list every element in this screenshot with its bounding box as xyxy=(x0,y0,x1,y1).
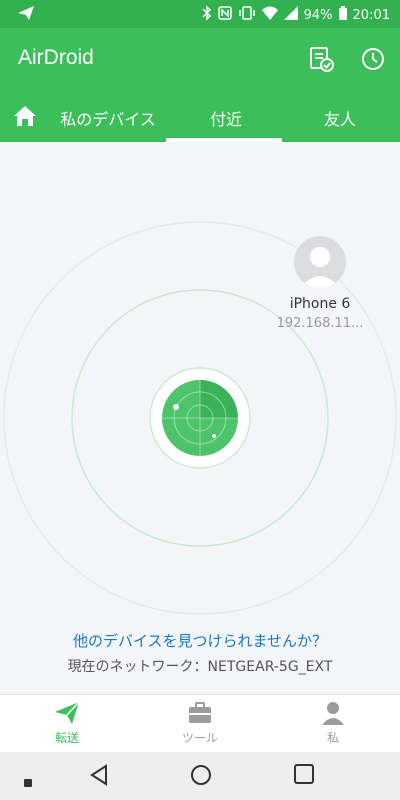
back-icon[interactable] xyxy=(88,764,110,790)
network-label: 現在のネットワーク：NETGEAR-5G_EXT xyxy=(67,659,333,675)
help-link[interactable]: 他のデバイスを見つけられませんか？ xyxy=(0,630,400,651)
battery-icon xyxy=(338,6,347,24)
tab-bar: 私のデバイス 付近 友人 xyxy=(0,92,400,142)
device-ip: 192.168.11... xyxy=(276,316,364,331)
avatar xyxy=(294,236,346,288)
home-circle-icon[interactable] xyxy=(190,764,212,790)
tab-friends[interactable]: 友人 xyxy=(310,106,370,130)
nav-transfer[interactable]: 転送 xyxy=(17,701,117,746)
clock-time: 20:01 xyxy=(352,7,390,23)
radar-blip xyxy=(173,404,179,410)
nav-tools-label: ツール xyxy=(181,731,218,745)
radar-graphic xyxy=(3,221,397,615)
tab-nearby[interactable]: 付近 xyxy=(176,106,276,130)
nav-tools[interactable]: ツール xyxy=(150,701,250,746)
nearby-device-card[interactable]: iPhone 6 192.168.11... xyxy=(270,236,370,331)
overview-icon[interactable] xyxy=(294,764,314,788)
tab-my-devices[interactable]: 私のデバイス xyxy=(58,106,158,130)
signal-icon xyxy=(283,6,298,24)
vibrate-icon xyxy=(238,6,256,24)
airdroid-notify-icon xyxy=(18,6,34,24)
app-title: AirDroid xyxy=(18,46,94,69)
clock-icon[interactable] xyxy=(358,44,388,74)
app-bar: AirDroid xyxy=(0,28,400,92)
recent-dot-icon[interactable] xyxy=(24,772,32,791)
bluetooth-icon xyxy=(202,5,212,25)
status-bar: 94% 20:01 xyxy=(0,0,400,28)
nav-transfer-label: 転送 xyxy=(54,731,79,745)
home-icon[interactable] xyxy=(12,104,38,128)
briefcase-icon xyxy=(187,701,213,725)
person-icon xyxy=(320,701,346,725)
nav-me-label: 私 xyxy=(326,731,339,745)
radar-blip xyxy=(212,434,216,438)
document-check-icon[interactable] xyxy=(306,44,336,74)
device-name: iPhone 6 xyxy=(289,296,351,312)
wifi-icon xyxy=(261,6,278,24)
nearby-panel: iPhone 6 192.168.11... 他のデバイスを見つけられませんか？… xyxy=(0,142,400,694)
battery-percent: 94% xyxy=(303,7,333,23)
send-icon xyxy=(54,701,80,725)
bottom-nav: 転送 ツール 私 xyxy=(0,694,400,752)
nav-me[interactable]: 私 xyxy=(283,701,383,746)
person-avatar-icon xyxy=(300,247,340,288)
system-nav-bar xyxy=(0,752,400,800)
nfc-icon xyxy=(217,6,232,24)
